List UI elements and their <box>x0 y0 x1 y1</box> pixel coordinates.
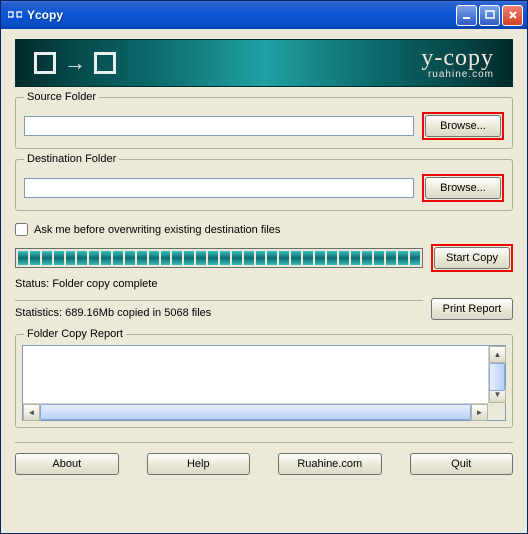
maximize-button[interactable] <box>479 5 500 26</box>
help-button[interactable]: Help <box>147 453 251 475</box>
statistics-text: 689.16Mb copied in 5068 files <box>65 307 211 319</box>
print-report-button[interactable]: Print Report <box>431 298 513 320</box>
scroll-right-icon[interactable]: ► <box>471 404 488 421</box>
banner-subtitle: ruahine.com <box>421 69 494 80</box>
report-label: Folder Copy Report <box>24 328 126 340</box>
ruahine-button[interactable]: Ruahine.com <box>278 453 382 475</box>
quit-button[interactable]: Quit <box>410 453 514 475</box>
footer-bar: About Help Ruahine.com Quit <box>15 442 513 475</box>
highlight: Start Copy <box>431 244 513 272</box>
banner-logo: y-copy <box>421 47 494 69</box>
titlebar: Ycopy <box>1 1 527 29</box>
vertical-scrollbar[interactable]: ▲ ▼ <box>488 346 505 403</box>
app-window: Ycopy → y-copy ruahine.com Source Folder <box>0 0 528 534</box>
destination-folder-input[interactable] <box>24 178 414 198</box>
window-title: Ycopy <box>27 8 456 22</box>
highlight: Browse... <box>422 112 504 140</box>
destination-folder-group: Destination Folder Browse... <box>15 159 513 211</box>
status-label: Status: <box>15 278 49 290</box>
scroll-corner <box>488 403 505 420</box>
statistics-line: Statistics: 689.16Mb copied in 5068 file… <box>15 300 423 319</box>
horizontal-scroll-thumb[interactable] <box>40 404 471 420</box>
horizontal-scrollbar[interactable]: ◄ ► <box>23 403 488 420</box>
status-line: Status: Folder copy complete <box>15 278 513 290</box>
source-folder-input[interactable] <box>24 116 414 136</box>
status-text: Folder copy complete <box>52 278 157 290</box>
scroll-up-icon[interactable]: ▲ <box>489 346 506 363</box>
minimize-button[interactable] <box>456 5 477 26</box>
report-textarea[interactable]: ▲ ▼ ◄ ► <box>22 345 506 421</box>
ask-overwrite-checkbox[interactable] <box>15 223 28 236</box>
source-browse-button[interactable]: Browse... <box>425 115 501 137</box>
banner-copy-icon: → <box>34 50 116 76</box>
scroll-left-icon[interactable]: ◄ <box>23 404 40 421</box>
vertical-scroll-thumb[interactable] <box>489 363 505 391</box>
report-group: Folder Copy Report ▲ ▼ ◄ ► <box>15 334 513 428</box>
close-button[interactable] <box>502 5 523 26</box>
ask-overwrite-label: Ask me before overwriting existing desti… <box>34 224 280 236</box>
destination-browse-button[interactable]: Browse... <box>425 177 501 199</box>
statistics-label: Statistics: <box>15 307 62 319</box>
progress-bar <box>15 248 423 268</box>
about-button[interactable]: About <box>15 453 119 475</box>
source-folder-group: Source Folder Browse... <box>15 97 513 149</box>
source-folder-label: Source Folder <box>24 91 99 103</box>
app-icon <box>7 7 23 23</box>
start-copy-button[interactable]: Start Copy <box>434 247 510 269</box>
banner: → y-copy ruahine.com <box>15 39 513 87</box>
highlight: Browse... <box>422 174 504 202</box>
destination-folder-label: Destination Folder <box>24 153 119 165</box>
